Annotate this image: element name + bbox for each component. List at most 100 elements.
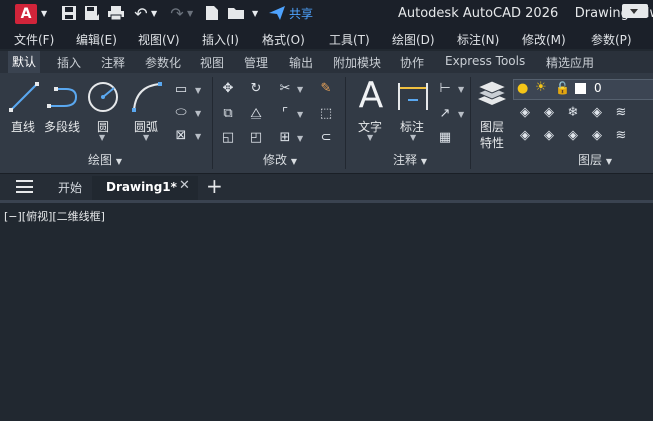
text-dropdown-icon[interactable]: ▼ [367, 133, 373, 142]
layer-dropdown[interactable]: ● ☀ 🔓 0 [513, 79, 653, 100]
layer-walk-icon[interactable]: ≋ [612, 105, 630, 121]
menu-format[interactable]: 格式(O) [262, 31, 305, 48]
menu-dimension[interactable]: 标注(N) [457, 31, 499, 48]
share-label[interactable]: 共享 [289, 5, 313, 23]
rotate-icon[interactable]: ↻ [247, 81, 265, 97]
linear-dimension-dropdown-icon[interactable]: ▼ [458, 85, 464, 94]
scale-icon[interactable]: ◰ [247, 130, 265, 146]
tab-manage[interactable]: 管理 [244, 54, 268, 71]
layer-isolate-icon[interactable]: ❄ [564, 105, 582, 121]
erase-icon[interactable]: ✎ [317, 81, 335, 97]
layer-delete-icon[interactable]: ≋ [612, 128, 630, 144]
start-tab[interactable]: 开始 [58, 179, 82, 196]
offset-icon[interactable]: ⊂ [317, 130, 335, 146]
menu-tools[interactable]: 工具(T) [329, 31, 370, 48]
menu-modify[interactable]: 修改(M) [522, 31, 566, 48]
ellipse-dropdown-icon[interactable]: ▼ [195, 109, 201, 118]
app-menu-dropdown-icon[interactable]: ▼ [41, 5, 47, 23]
circle-tool-icon[interactable] [86, 80, 120, 114]
layer-lock-icon[interactable]: ◈ [588, 105, 606, 121]
tab-parametric[interactable]: 参数化 [145, 54, 181, 71]
close-tab-icon[interactable]: ✕ [179, 178, 190, 193]
layer-properties-icon[interactable] [476, 79, 508, 111]
hatch-dropdown-icon[interactable]: ▼ [195, 132, 201, 141]
tab-express-tools[interactable]: Express Tools [445, 54, 525, 68]
fillet-dropdown-icon[interactable]: ▼ [297, 110, 303, 119]
leader-dropdown-icon[interactable]: ▼ [458, 110, 464, 119]
open-folder-icon[interactable] [227, 5, 245, 23]
layer-match-icon[interactable]: ◈ [516, 105, 534, 121]
arc-dropdown-icon[interactable]: ▼ [143, 133, 149, 142]
fillet-icon[interactable]: ⌜ [276, 106, 294, 122]
trim-icon[interactable]: ✂ [276, 81, 294, 97]
polyline-tool-label[interactable]: 多段线 [44, 118, 80, 135]
menu-view[interactable]: 视图(V) [138, 31, 180, 48]
mirror-icon[interactable]: ⧋ [247, 106, 265, 122]
ellipse-icon[interactable]: ⬭ [172, 105, 190, 121]
tab-view[interactable]: 视图 [200, 54, 224, 71]
arc-tool-icon[interactable] [130, 80, 164, 114]
undo-icon[interactable]: ↶ [132, 5, 150, 23]
layer-previous-icon[interactable]: ◈ [540, 105, 558, 121]
table-icon[interactable]: ▦ [436, 130, 454, 146]
menu-edit[interactable]: 编辑(E) [76, 31, 117, 48]
tab-collaborate[interactable]: 协作 [400, 54, 424, 71]
polyline-tool-icon[interactable] [46, 84, 80, 110]
save-icon[interactable] [60, 5, 78, 23]
hatch-icon[interactable]: ⊠ [172, 128, 190, 144]
dimension-tool-icon[interactable] [396, 80, 430, 114]
drawing-canvas[interactable] [0, 203, 653, 421]
leader-icon[interactable]: ↗ [436, 106, 454, 122]
menu-draw[interactable]: 绘图(D) [392, 31, 435, 48]
tab-home[interactable]: 默认 [8, 51, 41, 73]
print-icon[interactable] [107, 5, 125, 23]
stretch-icon[interactable]: ◱ [219, 130, 237, 146]
rectangle-icon[interactable]: ▭ [172, 82, 190, 98]
modify-panel-footer[interactable]: 修改 ▼ [240, 151, 320, 171]
layer-properties-label-1[interactable]: 图层 [480, 118, 504, 135]
array-dropdown-icon[interactable]: ▼ [297, 134, 303, 143]
tab-featured-apps[interactable]: 精选应用 [546, 54, 594, 71]
copy-icon[interactable]: ⧉ [219, 106, 237, 122]
layer-on-all-icon[interactable]: ◈ [564, 128, 582, 144]
hamburger-menu-icon[interactable] [16, 180, 33, 193]
undo-dropdown-icon[interactable]: ▼ [151, 5, 157, 23]
annotation-panel-footer[interactable]: 注释 ▼ [370, 151, 450, 171]
tab-addins[interactable]: 附加模块 [333, 54, 381, 71]
drawing-tab-label[interactable]: Drawing1* [106, 180, 177, 194]
layer-thaw-icon[interactable]: ☀ [535, 80, 547, 95]
layer-properties-label-2[interactable]: 特性 [480, 134, 504, 151]
menu-insert[interactable]: 插入(I) [202, 31, 239, 48]
explode-icon[interactable]: ⬚ [317, 106, 335, 122]
redo-icon[interactable]: ↷ [168, 5, 186, 23]
tab-insert[interactable]: 插入 [57, 54, 81, 71]
dimension-dropdown-icon[interactable]: ▼ [410, 133, 416, 142]
draw-panel-footer[interactable]: 绘图 ▼ [60, 151, 150, 171]
layer-off-icon[interactable]: ◈ [516, 128, 534, 144]
trim-dropdown-icon[interactable]: ▼ [297, 85, 303, 94]
redo-dropdown-icon[interactable]: ▼ [187, 5, 193, 23]
rectangle-dropdown-icon[interactable]: ▼ [195, 86, 201, 95]
customize-dropdown-icon[interactable]: ▼ [252, 5, 258, 23]
linear-dimension-icon[interactable]: ⊢ [436, 81, 454, 97]
line-tool-label[interactable]: 直线 [11, 118, 35, 135]
ribbon-minimize-button[interactable] [622, 4, 648, 18]
layer-unlock-icon[interactable]: 🔓 [555, 81, 570, 95]
layers-panel-footer[interactable]: 图层 ▼ [560, 151, 630, 171]
layer-color-swatch[interactable] [575, 83, 586, 94]
menu-file[interactable]: 文件(F) [14, 31, 54, 48]
tab-output[interactable]: 输出 [289, 54, 313, 71]
new-tab-plus-icon[interactable]: + [206, 174, 223, 198]
menu-parametric[interactable]: 参数(P) [591, 31, 632, 48]
autocad-logo-icon[interactable]: A [15, 4, 37, 24]
array-icon[interactable]: ⊞ [276, 130, 294, 146]
layer-freeze-icon[interactable]: ◈ [540, 128, 558, 144]
share-icon[interactable] [268, 5, 286, 23]
new-file-icon[interactable] [204, 5, 220, 23]
line-tool-icon[interactable] [8, 80, 40, 114]
layer-unlock-all-icon[interactable]: ◈ [588, 128, 606, 144]
circle-dropdown-icon[interactable]: ▼ [99, 133, 105, 142]
move-icon[interactable]: ✥ [219, 81, 237, 97]
save-as-icon[interactable] [83, 5, 101, 23]
layer-on-icon[interactable]: ● [517, 81, 528, 96]
